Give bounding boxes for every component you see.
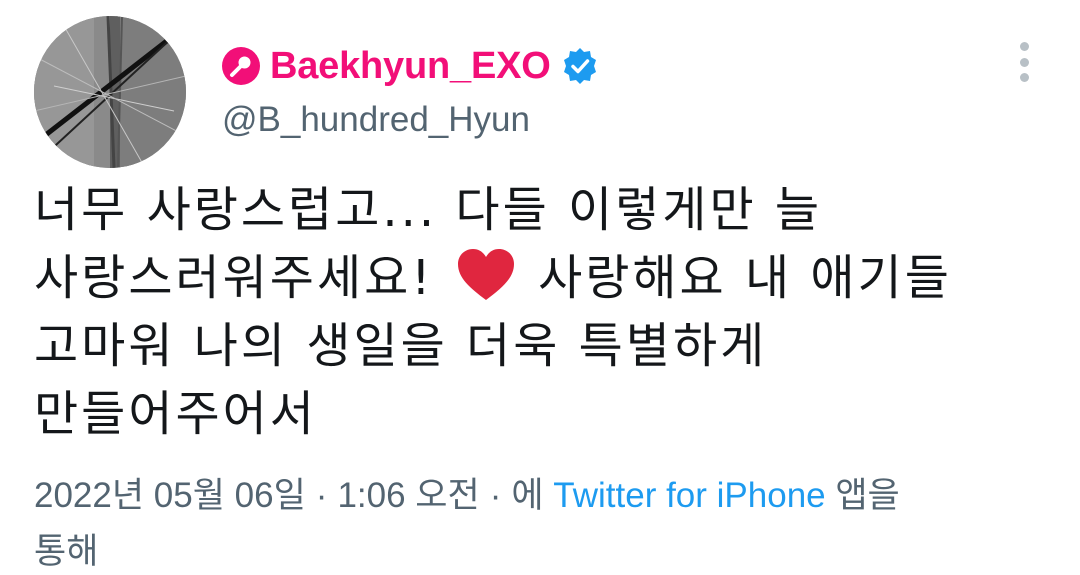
more-dot	[1019, 42, 1029, 51]
more-options-icon[interactable]	[1006, 38, 1042, 86]
microphone-icon	[222, 47, 260, 85]
more-dot	[1019, 57, 1029, 67]
tweet-segment: 사랑해요 내 애기들	[538, 250, 952, 306]
meta-line: 2022년 05월 06일 · 1:06 오전 · 에 Twitter for iPho…	[34, 468, 1034, 524]
tweet-segment: 사랑스러워주세요!	[34, 250, 434, 306]
tweet-line: 사랑스러워주세요! 사랑해요 내 애기들	[34, 244, 964, 312]
separator-dot: ·	[315, 476, 328, 515]
tweet-time[interactable]: 1:06 오전	[337, 476, 479, 515]
tweet-date[interactable]: 2022년 05월 06일	[34, 476, 306, 515]
separator-dot: ·	[489, 476, 502, 515]
tweet-line: 만들어주어서	[34, 386, 317, 442]
more-dot	[1019, 73, 1029, 82]
tweet-line: 너무 사랑스럽고... 다들 이렇게만 늘	[34, 182, 823, 238]
tweet-metadata: 2022년 05월 06일 · 1:06 오전 · 에 Twitter for iPho…	[34, 468, 1034, 575]
via-suffix: 앱을	[835, 476, 900, 515]
heart-icon	[456, 248, 516, 302]
avatar[interactable]	[34, 16, 186, 168]
display-name[interactable]: Baekhyun_EXO	[270, 45, 551, 88]
tweet-text: 너무 사랑스럽고... 다들 이렇게만 늘 사랑스러워주세요! 사랑해요 내 애…	[34, 176, 964, 448]
author-handle[interactable]: @B_hundred_Hyun	[222, 100, 530, 140]
via-prefix: 에	[511, 476, 544, 515]
source-link[interactable]: Twitter for iPhone	[553, 476, 825, 515]
tweet-line: 고마워 나의 생일을 더욱 특별하게	[34, 318, 768, 374]
meta-line: 통해	[34, 532, 99, 571]
verified-badge-icon	[561, 47, 599, 85]
author-name-row[interactable]: Baekhyun_EXO	[222, 40, 599, 92]
avatar-image	[34, 16, 186, 168]
